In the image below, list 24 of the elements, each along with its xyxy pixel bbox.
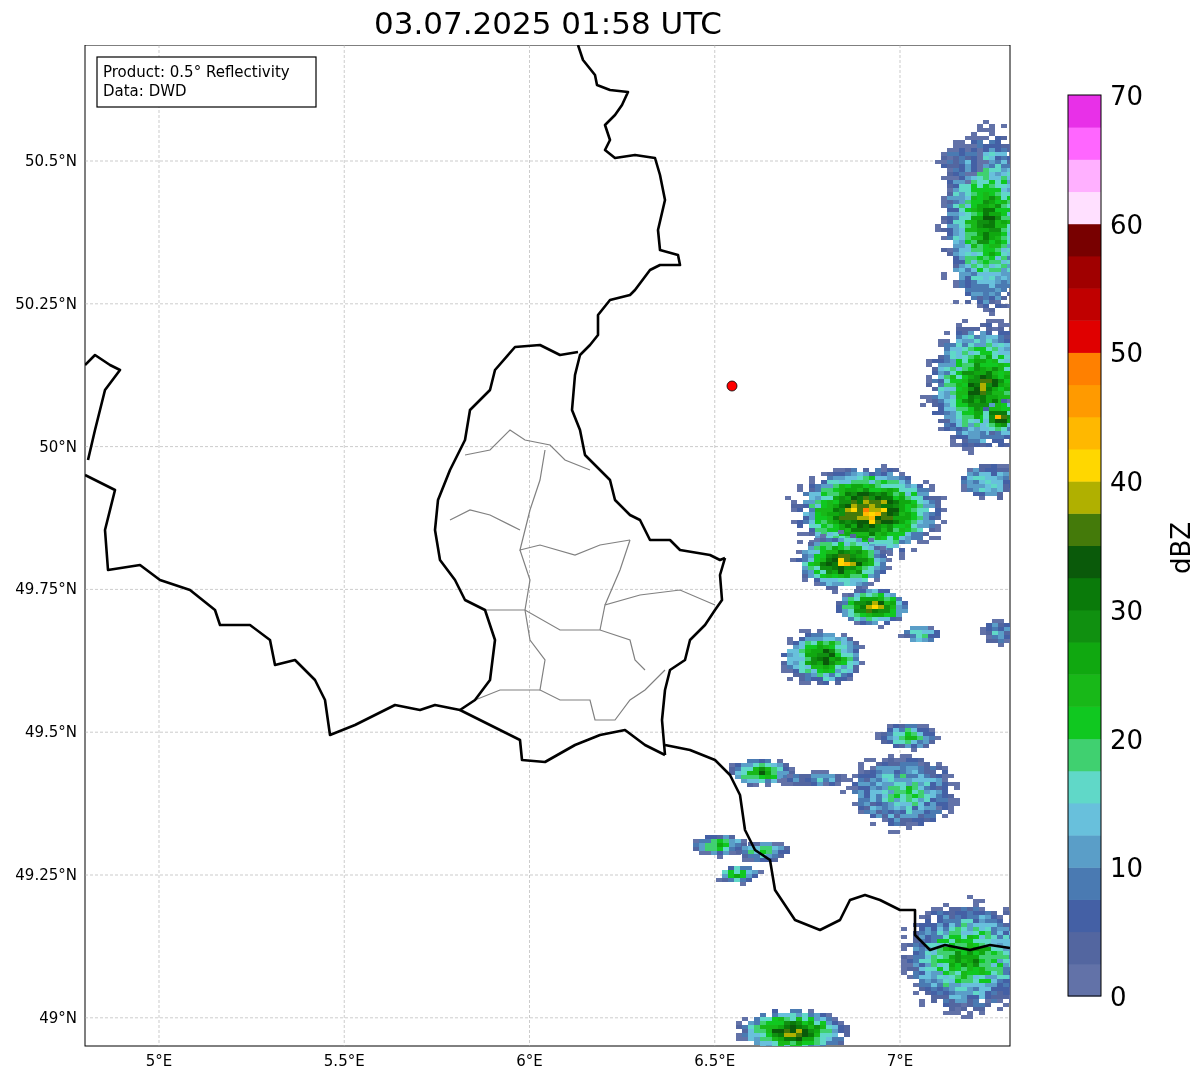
latitude-label: 50.25°N [15, 294, 77, 313]
latitude-label: 49.25°N [15, 866, 77, 884]
latitude-label: 50°N [39, 437, 77, 456]
longitude-label: 5°E [145, 1052, 173, 1070]
colorbar-tick-label: 30 [1110, 595, 1144, 626]
colorbar-tick-label: 60 [1110, 209, 1144, 240]
colorbar-label: dBZ [1166, 521, 1196, 575]
colorbar-tick-label: 10 [1110, 853, 1144, 884]
colorbar-tick-label: 40 [1110, 467, 1144, 498]
info-text: Product: 0.5° Reflectivity [103, 63, 290, 81]
colorbar-tick-label: 50 [1110, 338, 1144, 369]
longitude-label: 5.5°E [323, 1052, 365, 1070]
longitude-label: 6°E [516, 1052, 543, 1070]
longitude-label: 6.5°E [694, 1052, 736, 1070]
latitude-label: 50.5°N [24, 152, 77, 170]
latitude-label: 49°N [39, 1008, 77, 1027]
latitude-label: 49.5°N [24, 723, 77, 742]
latitude-label: 49.75°N [15, 580, 77, 599]
colorbar-tick-label: 0 [1110, 982, 1127, 1012]
colorbar-tick-label: 20 [1110, 724, 1144, 755]
longitude-label: 7°E [886, 1052, 914, 1070]
map-title: 03.07.2025 01:58 UTC [373, 3, 723, 43]
info-text: Data: DWD [103, 82, 187, 100]
colorbar-tick-label: 70 [1110, 81, 1144, 111]
